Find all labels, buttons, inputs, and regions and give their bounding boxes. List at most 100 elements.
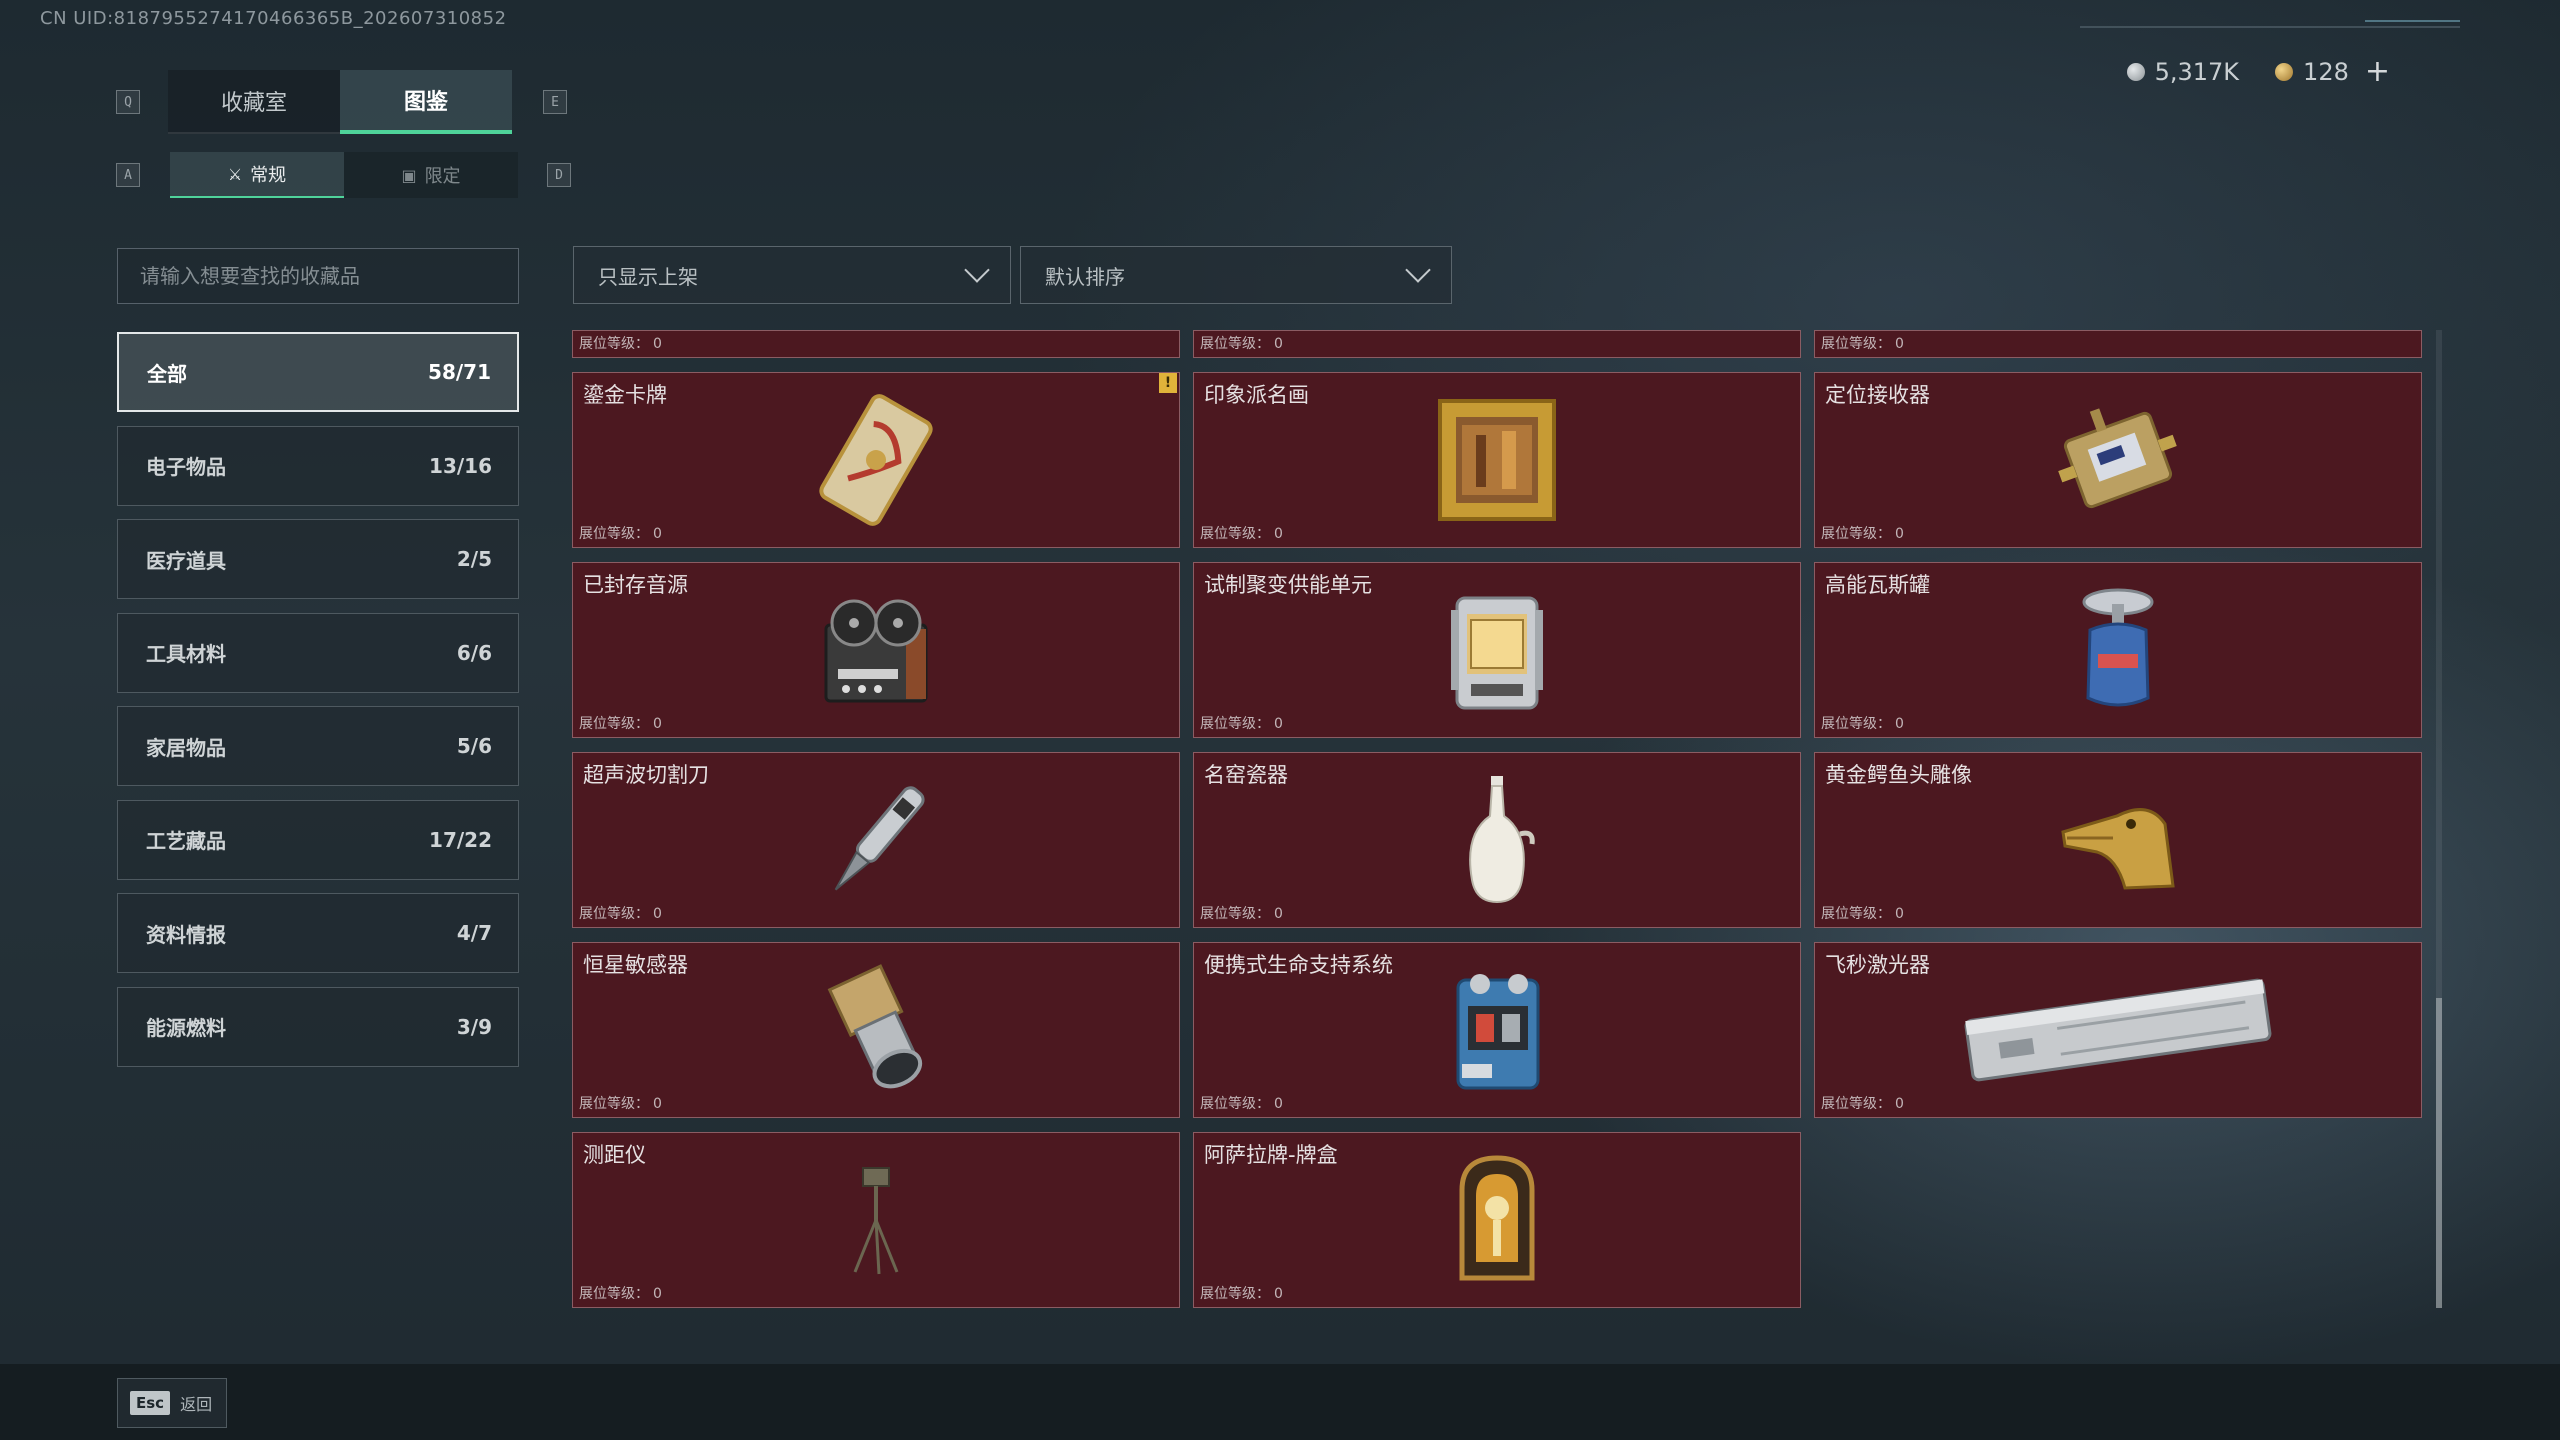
gold-amount: 128: [2303, 57, 2349, 86]
category-electronics[interactable]: 电子物品 13/16: [117, 425, 519, 506]
search-box: [117, 248, 519, 304]
main-tabs: 收藏室 图鉴: [168, 70, 512, 134]
gold-coin-icon: [2275, 62, 2294, 81]
golden-crocodile-head-icon: [2061, 808, 2175, 890]
fusion-power-unit-icon: [1451, 596, 1543, 710]
booth-level-label: 展位等级：: [579, 1096, 649, 1112]
booth-level-value: 0: [1274, 1286, 1283, 1302]
collection-card[interactable]: 鎏金卡牌 ! 展位等级： 0: [572, 372, 1180, 548]
sort-value: 默认排序: [1045, 264, 1125, 289]
shelf-filter-dropdown[interactable]: 只显示上架: [573, 246, 1011, 304]
tab-regular[interactable]: ⚔ 常规: [170, 152, 344, 198]
booth-level-value: 0: [1274, 1096, 1283, 1112]
booth-level-label: 展位等级：: [579, 526, 649, 542]
back-button[interactable]: Esc 返回: [117, 1378, 228, 1428]
booth-level: 展位等级： 0: [1821, 333, 1904, 353]
silver-currency: 5,317K: [2126, 58, 2239, 86]
booth-level: 展位等级： 0: [579, 1093, 662, 1113]
category-medical[interactable]: 医疗道具 2/5: [117, 519, 519, 599]
booth-level-value: 0: [653, 1286, 662, 1302]
booth-level: 展位等级： 0: [1200, 903, 1283, 923]
scrollbar-thumb[interactable]: [2436, 998, 2442, 1308]
tab-limited-label: 限定: [424, 166, 461, 187]
collection-card[interactable]: 便携式生命支持系统 展位等级： 0: [1193, 942, 1801, 1118]
category-crafts[interactable]: 工艺藏品 17/22: [117, 799, 519, 880]
gas-canister-icon: [2082, 588, 2154, 707]
booth-level-label: 展位等级：: [1200, 716, 1270, 732]
uid-label: CN UID:8187955274170466365B_202607310852: [40, 8, 507, 29]
booth-level-label: 展位等级：: [1200, 1096, 1270, 1112]
booth-level-value: 0: [1274, 336, 1283, 352]
collection-card[interactable]: 阿萨拉牌-牌盒 展位等级： 0: [1193, 1132, 1801, 1308]
collection-card[interactable]: 测距仪 展位等级： 0: [572, 1132, 1180, 1308]
tab-catalog[interactable]: 图鉴: [340, 70, 512, 134]
search-input[interactable]: [140, 264, 518, 288]
booth-level-value: 0: [1274, 716, 1283, 732]
item-name: 阿萨拉牌-牌盒: [1204, 1143, 1338, 1167]
booth-level: 展位等级： 0: [1200, 523, 1283, 543]
life-support-system-icon: [1456, 974, 1540, 1090]
item-name: 已封存音源: [583, 573, 688, 597]
chevron-down-icon: [1405, 257, 1431, 283]
category-label: 工艺藏品: [146, 829, 226, 853]
collection-card[interactable]: 黄金鳄鱼头雕像 展位等级： 0: [1814, 752, 2422, 928]
booth-level: 展位等级： 0: [1200, 713, 1283, 733]
collection-card[interactable]: 名窑瓷器 展位等级： 0: [1193, 752, 1801, 928]
collection-card-partial[interactable]: 展位等级： 0: [1193, 330, 1801, 358]
key-hint-a: A: [116, 163, 140, 187]
grid-scrollbar[interactable]: [2436, 330, 2442, 1308]
booth-level-label: 展位等级：: [1200, 526, 1270, 542]
booth-level-label: 展位等级：: [1200, 906, 1270, 922]
footer-bar: [0, 1364, 2560, 1440]
key-hint-d: D: [547, 163, 571, 187]
collection-card-partial[interactable]: 展位等级： 0: [572, 330, 1180, 358]
booth-level: 展位等级： 0: [1821, 713, 1904, 733]
booth-level-value: 0: [1274, 906, 1283, 922]
booth-level: 展位等级： 0: [579, 1283, 662, 1303]
category-label: 能源燃料: [146, 1016, 226, 1040]
booth-level-label: 展位等级：: [1821, 336, 1891, 352]
collection-card[interactable]: 印象派名画 展位等级： 0: [1193, 372, 1801, 548]
category-household[interactable]: 家居物品 5/6: [117, 706, 519, 786]
item-name: 名窑瓷器: [1204, 763, 1288, 787]
image-icon: ▣: [401, 165, 417, 185]
item-name: 高能瓦斯罐: [1825, 573, 1930, 597]
category-intel[interactable]: 资料情报 4/7: [117, 893, 519, 973]
add-currency-button[interactable]: +: [2365, 54, 2390, 89]
collection-card[interactable]: 定位接收器 展位等级： 0: [1814, 372, 2422, 548]
item-name: 超声波切割刀: [583, 763, 709, 787]
collection-card[interactable]: 恒星敏感器 展位等级： 0: [572, 942, 1180, 1118]
collection-card[interactable]: 已封存音源 展位等级： 0: [572, 562, 1180, 738]
category-all[interactable]: 全部 58/71: [117, 332, 519, 412]
item-name: 便携式生命支持系统: [1204, 953, 1393, 977]
booth-level-value: 0: [653, 1096, 662, 1112]
collection-card[interactable]: 试制聚变供能单元 展位等级： 0: [1193, 562, 1801, 738]
booth-level-label: 展位等级：: [1821, 526, 1891, 542]
booth-level-value: 0: [653, 336, 662, 352]
item-name: 测距仪: [583, 1143, 646, 1167]
decor-line-accent: [2365, 20, 2460, 22]
star-sensor-icon: [827, 964, 923, 1089]
collection-card[interactable]: 超声波切割刀 展位等级： 0: [572, 752, 1180, 928]
tab-limited[interactable]: ▣ 限定: [344, 152, 518, 198]
booth-level: 展位等级： 0: [579, 333, 662, 353]
sort-dropdown[interactable]: 默认排序: [1020, 246, 1452, 304]
collection-card[interactable]: 飞秒激光器 展位等级： 0: [1814, 942, 2422, 1118]
sub-tabs: ⚔ 常规 ▣ 限定: [170, 152, 518, 198]
currency-bar: 5,317K 128 +: [2126, 54, 2390, 89]
booth-level-value: 0: [1895, 716, 1904, 732]
femtosecond-laser-icon: [1964, 978, 2272, 1082]
collection-card-partial[interactable]: 展位等级： 0: [1814, 330, 2422, 358]
booth-level-label: 展位等级：: [1200, 336, 1270, 352]
collection-card[interactable]: 高能瓦斯罐 展位等级： 0: [1814, 562, 2422, 738]
booth-level: 展位等级： 0: [579, 713, 662, 733]
category-tools[interactable]: 工具材料 6/6: [117, 612, 519, 693]
category-count: 13/16: [429, 453, 492, 478]
item-name: 黄金鳄鱼头雕像: [1825, 763, 1972, 787]
tab-collection-room[interactable]: 收藏室: [168, 70, 340, 134]
category-fuel[interactable]: 能源燃料 3/9: [117, 986, 519, 1067]
booth-level-label: 展位等级：: [579, 1286, 649, 1302]
rangefinder-tripod-icon: [853, 1167, 899, 1275]
locator-receiver-icon: [2058, 408, 2177, 509]
booth-level-value: 0: [1895, 906, 1904, 922]
